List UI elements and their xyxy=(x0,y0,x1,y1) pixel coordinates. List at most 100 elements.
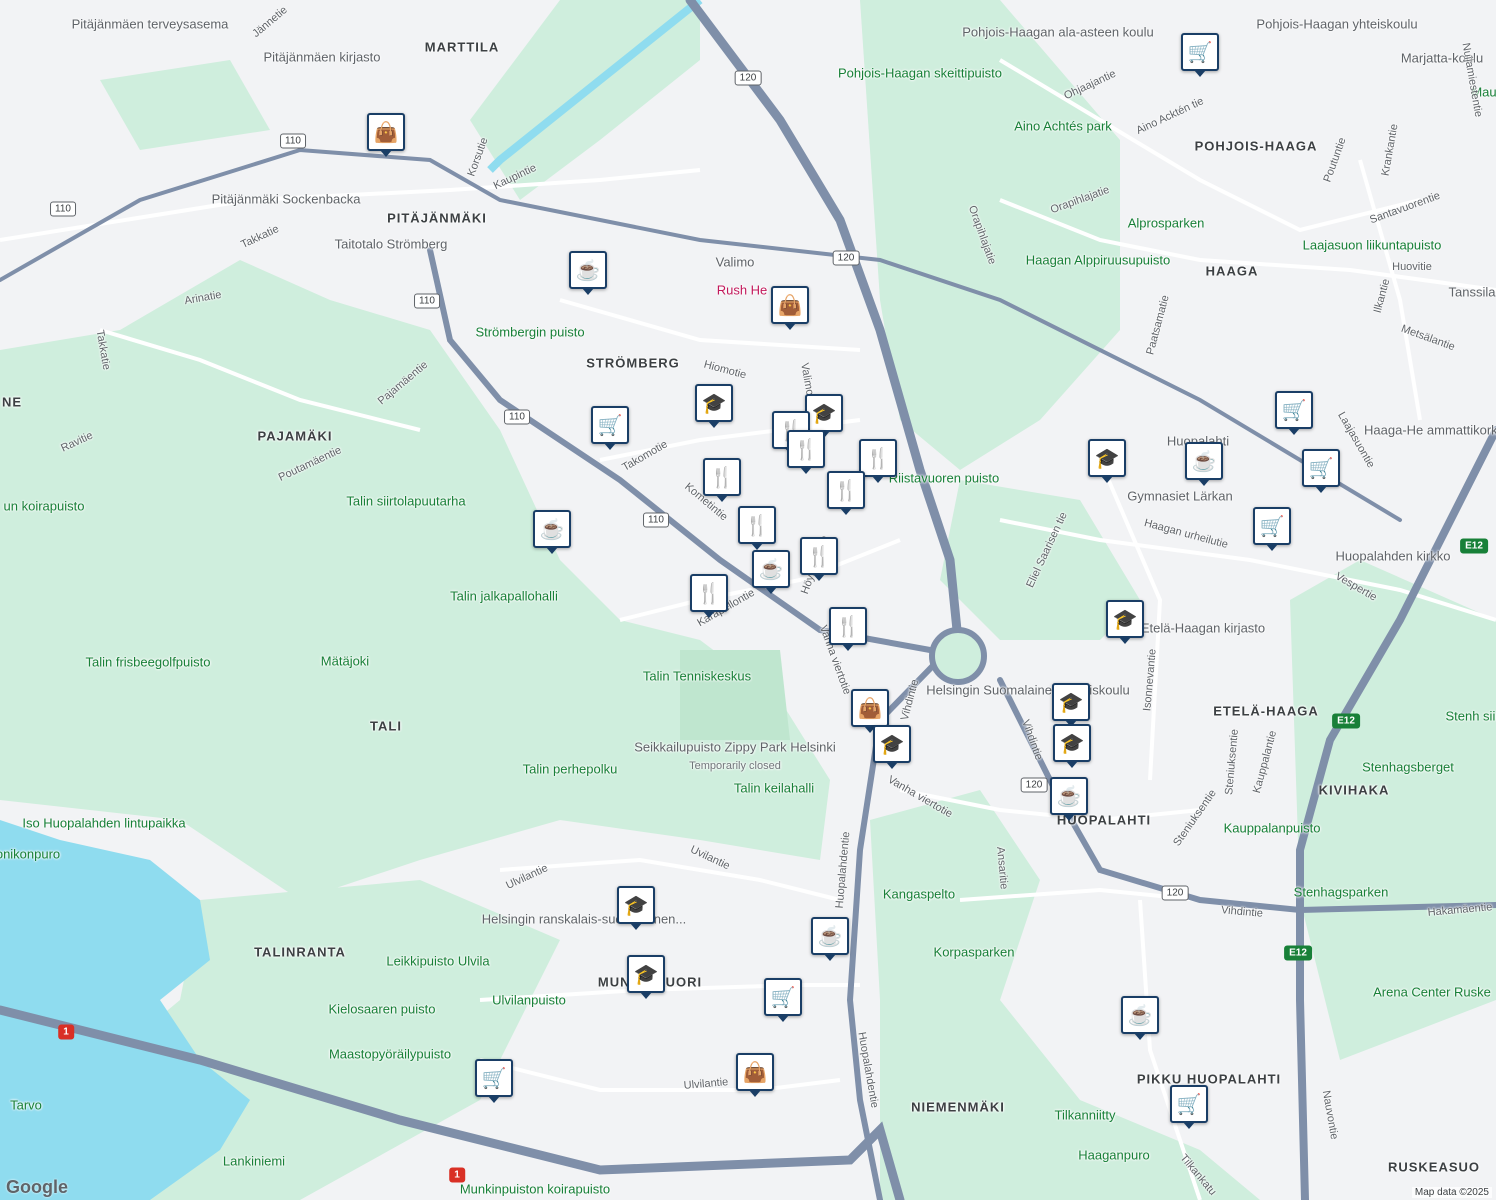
map-marker-school-icon[interactable]: 🎓 xyxy=(1088,439,1126,483)
road-shield: 110 xyxy=(504,409,530,425)
map-marker-school-icon[interactable]: 🎓 xyxy=(627,955,665,999)
map-marker-cup-icon[interactable]: ☕ xyxy=(1121,996,1159,1040)
poi-label[interactable]: Mätäjoki xyxy=(321,654,369,669)
poi-label[interactable]: Kangaspelto xyxy=(883,887,955,902)
map-marker-cup-icon[interactable]: ☕ xyxy=(1050,777,1088,821)
poi-label[interactable]: Taitotalo Strömberg xyxy=(335,237,448,252)
map-marker-school-icon[interactable]: 🎓 xyxy=(1052,683,1090,727)
map-marker-fork-icon[interactable]: 🍴 xyxy=(703,458,741,502)
poi-label[interactable]: Gymnasiet Lärkan xyxy=(1127,489,1233,504)
poi-label[interactable]: Alprosparken xyxy=(1128,216,1205,231)
map-marker-bag-icon[interactable]: 👜 xyxy=(851,689,889,733)
map-marker-school-icon[interactable]: 🎓 xyxy=(617,886,655,930)
map-marker-cart-icon[interactable]: 🛒 xyxy=(1253,507,1291,551)
area-label: POHJOIS-HAAGA xyxy=(1194,138,1318,154)
map-marker-school-icon[interactable]: 🎓 xyxy=(1106,600,1144,644)
map-marker-cart-icon[interactable]: 🛒 xyxy=(1181,33,1219,77)
poi-label[interactable]: Rush He xyxy=(717,283,768,298)
poi-label[interactable]: Temporarily closed xyxy=(689,760,781,772)
poi-label[interactable]: Arena Center Ruske xyxy=(1373,985,1491,1000)
poi-label[interactable]: Pohjois-Haagan skeittipuisto xyxy=(838,66,1002,81)
poi-label[interactable]: Pitäjänmäen kirjasto xyxy=(263,50,380,65)
poi-label[interactable]: Pohjois-Haagan ala-asteen koulu xyxy=(962,25,1154,40)
poi-label[interactable]: Tarvo xyxy=(10,1098,42,1113)
area-label: TALINRANTA xyxy=(254,944,346,960)
poi-label[interactable]: Valimo xyxy=(716,255,755,270)
park-south-east xyxy=(870,790,1260,1200)
poi-label[interactable]: Haagan Alppiruusupuisto xyxy=(1026,253,1171,268)
map-marker-school-icon[interactable]: 🎓 xyxy=(695,384,733,428)
poi-label[interactable]: Stenhagsberget xyxy=(1362,760,1454,775)
map-marker-cup-icon[interactable]: ☕ xyxy=(811,917,849,961)
poi-label[interactable]: Talin frisbeegolfpuisto xyxy=(85,655,210,670)
poi-label[interactable]: Seikkailupuisto Zippy Park Helsinki xyxy=(634,740,836,755)
poi-label[interactable]: Kielosaaren puisto xyxy=(329,1002,436,1017)
poi-label[interactable]: Huopalahden kirkko xyxy=(1336,549,1451,564)
road-shield: 1 xyxy=(449,1167,465,1183)
poi-label[interactable]: Iso Huopalahden lintupaikka xyxy=(22,816,185,831)
poi-label[interactable]: Haaga-He ammattikorkeakoul xyxy=(1364,423,1496,438)
map-marker-school-icon[interactable]: 🎓 xyxy=(873,725,911,769)
map-marker-fork-icon[interactable]: 🍴 xyxy=(827,471,865,515)
map-marker-school-icon[interactable]: 🎓 xyxy=(1053,724,1091,768)
map-marker-cart-icon[interactable]: 🛒 xyxy=(1275,391,1313,435)
poi-label[interactable]: Talin perhepolku xyxy=(523,762,618,777)
map-marker-fork-icon[interactable]: 🍴 xyxy=(690,574,728,618)
poi-label[interactable]: Laajasuon liikuntapuisto xyxy=(1303,238,1442,253)
area-label: PAJAMÄKI xyxy=(257,428,333,444)
map-marker-cart-icon[interactable]: 🛒 xyxy=(764,978,802,1022)
road-shield: 110 xyxy=(50,201,76,217)
poi-label[interactable]: Stenh siirto xyxy=(1445,709,1496,724)
map-marker-cup-icon[interactable]: ☕ xyxy=(1185,442,1223,486)
poi-label[interactable]: Talin keilahalli xyxy=(734,781,814,796)
poi-label[interactable]: Munkinpuiston koirapuisto xyxy=(460,1182,610,1197)
poi-label[interactable]: Pitäjänmäen terveysasema xyxy=(72,17,229,32)
poi-label[interactable]: Lankiniemi xyxy=(223,1154,285,1169)
map-marker-bag-icon[interactable]: 👜 xyxy=(367,113,405,157)
poi-label[interactable]: Ulvilanpuisto xyxy=(492,993,566,1008)
map-marker-fork-icon[interactable]: 🍴 xyxy=(787,430,825,474)
map-marker-fork-icon[interactable]: 🍴 xyxy=(859,439,897,483)
map-marker-cart-icon[interactable]: 🛒 xyxy=(475,1059,513,1103)
map-marker-cart-icon[interactable]: 🛒 xyxy=(591,406,629,450)
poi-label[interactable]: un koirapuisto xyxy=(4,499,85,514)
road-shield: 120 xyxy=(1161,885,1189,901)
map-marker-cart-icon[interactable]: 🛒 xyxy=(1302,449,1340,493)
map-marker-cup-icon[interactable]: ☕ xyxy=(752,550,790,594)
poi-label[interactable]: Korpasparken xyxy=(934,945,1015,960)
area-label: TALI xyxy=(370,718,402,734)
map-marker-cup-icon[interactable]: ☕ xyxy=(569,251,607,295)
map-marker-fork-icon[interactable]: 🍴 xyxy=(800,537,838,581)
map-marker-cart-icon[interactable]: 🛒 xyxy=(1170,1085,1208,1129)
map-marker-fork-icon[interactable]: 🍴 xyxy=(829,607,867,651)
area-label: NE xyxy=(1,394,23,410)
poi-label[interactable]: Etelä-Haagan kirjasto xyxy=(1141,621,1265,636)
poi-label[interactable]: Kauppalanpuisto xyxy=(1224,821,1321,836)
poi-label[interactable]: Talin Tenniskeskus xyxy=(643,669,751,684)
road-shield: 1 xyxy=(58,1024,74,1040)
poi-label[interactable]: Talin siirtolapuutarha xyxy=(346,494,465,509)
poi-label[interactable]: Pohjois-Haagan yhteiskoulu xyxy=(1256,17,1417,32)
poi-label[interactable]: onikonpuro xyxy=(0,847,60,862)
poi-label[interactable]: Strömbergin puisto xyxy=(475,325,584,340)
poi-label[interactable]: Helsingin Suomalainen Yhteiskoulu xyxy=(926,683,1130,698)
area-label: KIVIHAKA xyxy=(1318,782,1390,798)
map-marker-fork-icon[interactable]: 🍴 xyxy=(738,506,776,550)
poi-label[interactable]: Leikkipuisto Ulvila xyxy=(386,954,489,969)
map-marker-bag-icon[interactable]: 👜 xyxy=(736,1053,774,1097)
map-attribution[interactable]: Map data ©2025 xyxy=(1411,1187,1492,1198)
poi-label[interactable]: Maastopyöräilypuisto xyxy=(329,1047,451,1062)
map-marker-school-icon[interactable]: 🎓 xyxy=(805,394,843,438)
poi-label[interactable]: Aino Achtés park xyxy=(1014,119,1112,134)
poi-label[interactable]: Tanssila xyxy=(1449,285,1496,300)
poi-label[interactable]: Pitäjänmäki Sockenbacka xyxy=(212,192,361,207)
poi-label[interactable]: Riistavuoren puisto xyxy=(889,471,1000,486)
poi-label[interactable]: Helsingin ranskalais-suomalainen... xyxy=(482,912,687,927)
road-shield: E12 xyxy=(1460,538,1488,554)
map-marker-cup-icon[interactable]: ☕ xyxy=(533,510,571,554)
poi-label[interactable]: Tilkanniitty xyxy=(1055,1108,1116,1123)
map-marker-bag-icon[interactable]: 👜 xyxy=(771,286,809,330)
poi-label[interactable]: Talin jalkapallohalli xyxy=(450,589,558,604)
poi-label[interactable]: Stenhagsparken xyxy=(1294,885,1389,900)
poi-label[interactable]: Haaganpuro xyxy=(1078,1148,1150,1163)
